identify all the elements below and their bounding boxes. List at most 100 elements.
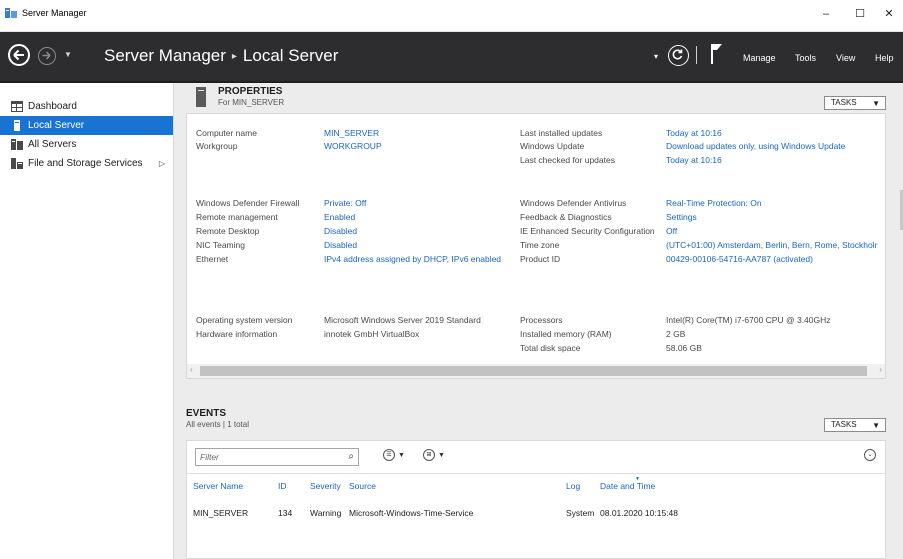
hardware-info-value: innotek GmbH VirtualBox <box>324 329 420 339</box>
submenu-arrow-icon[interactable]: ▷ <box>159 154 165 173</box>
nic-teaming-link[interactable]: Disabled <box>324 240 357 250</box>
computer-name-link[interactable]: MIN_SERVER <box>324 128 379 138</box>
sidebar-item-label: All Servers <box>28 139 77 150</box>
refresh-button[interactable] <box>668 45 689 66</box>
breadcrumb-separator-icon: ▸ <box>231 51 237 62</box>
prop-label: Feedback & Diagnostics <box>520 212 612 222</box>
prop-label: Last installed updates <box>520 128 603 138</box>
events-subtitle: All events | 1 total <box>186 420 249 429</box>
workgroup-link[interactable]: WORKGROUP <box>324 141 382 151</box>
forward-button[interactable] <box>38 47 56 65</box>
prop-label: Product ID <box>520 254 561 264</box>
prop-label: Windows Defender Antivirus <box>520 198 627 208</box>
close-button[interactable]: ✕ <box>875 4 903 24</box>
prop-label: Total disk space <box>520 343 581 353</box>
minimize-button[interactable]: – <box>812 4 840 24</box>
column-header-log[interactable]: Log <box>566 481 580 491</box>
sidebar: Dashboard Local Server All Servers File … <box>0 83 174 559</box>
sidebar-item-local-server[interactable]: Local Server <box>0 116 173 135</box>
properties-subtitle: For MIN_SERVER <box>218 98 285 107</box>
prop-label: Remote management <box>196 212 278 222</box>
prop-label: Time zone <box>520 240 560 250</box>
prop-label: Ethernet <box>196 254 229 264</box>
properties-server-icon <box>196 87 206 107</box>
forward-arrow-icon <box>42 51 51 60</box>
main-content: PROPERTIES For MIN_SERVER TASKS ▼ Comput… <box>174 83 903 559</box>
breadcrumb-app[interactable]: Server Manager <box>104 46 226 65</box>
column-header-server-name[interactable]: Server Name <box>193 481 243 491</box>
feedback-settings-link[interactable]: Settings <box>666 212 697 222</box>
save-query-button[interactable]: ⊞ ▼ <box>423 449 445 461</box>
prop-label: Last checked for updates <box>520 155 615 165</box>
save-icon: ⊞ <box>423 449 435 461</box>
firewall-link[interactable]: Private: Off <box>324 198 366 208</box>
cell-source: Microsoft-Windows-Time-Service <box>349 508 474 518</box>
chevron-down-icon: ▼ <box>872 421 880 430</box>
os-version-value: Microsoft Windows Server 2019 Standard <box>324 315 481 325</box>
column-header-date-time[interactable]: Date and Time <box>600 481 655 491</box>
last-checked-link[interactable]: Today at 10:16 <box>666 155 722 165</box>
scroll-right-icon[interactable]: › <box>879 365 882 374</box>
maximize-button[interactable]: ☐ <box>846 4 874 24</box>
expand-icon[interactable]: ⌄ <box>864 449 876 461</box>
chevron-down-icon: ▼ <box>398 451 405 459</box>
remote-desktop-link[interactable]: Disabled <box>324 226 357 236</box>
memory-value: 2 GB <box>666 329 686 339</box>
prop-label: Installed memory (RAM) <box>520 329 612 339</box>
sidebar-item-label: Local Server <box>28 120 85 131</box>
ie-esc-link[interactable]: Off <box>666 226 677 236</box>
properties-tasks-button[interactable]: TASKS ▼ <box>824 96 886 110</box>
time-zone-link[interactable]: (UTC+01:00) Amsterdam, Berlin, Bern, Rom… <box>666 240 877 250</box>
column-header-severity[interactable]: Severity <box>310 481 341 491</box>
prop-label: Operating system version <box>196 315 293 325</box>
prop-label: NIC Teaming <box>196 240 245 250</box>
history-dropdown-icon[interactable]: ▼ <box>64 50 72 59</box>
last-installed-updates-link[interactable]: Today at 10:16 <box>666 128 722 138</box>
breadcrumb-page: Local Server <box>242 46 339 65</box>
events-title: EVENTS <box>186 408 227 419</box>
back-button[interactable] <box>8 44 30 66</box>
prop-label: Computer name <box>196 128 257 138</box>
cell-severity: Warning <box>310 508 342 518</box>
sidebar-item-label: Dashboard <box>28 101 77 112</box>
sidebar-item-all-servers[interactable]: All Servers <box>0 135 173 154</box>
refresh-icon <box>672 49 683 60</box>
windows-update-link[interactable]: Download updates only, using Windows Upd… <box>666 141 845 151</box>
column-header-source[interactable]: Source <box>349 481 376 491</box>
back-arrow-icon <box>13 49 24 61</box>
notification-flag-icon[interactable] <box>710 43 724 65</box>
scroll-left-icon[interactable]: ‹ <box>190 365 193 374</box>
column-header-id[interactable]: ID <box>278 481 287 491</box>
sidebar-item-dashboard[interactable]: Dashboard <box>0 97 173 116</box>
remote-management-link[interactable]: Enabled <box>324 212 355 222</box>
storage-icon <box>11 158 23 169</box>
prop-label: Processors <box>520 315 563 325</box>
sidebar-item-label: File and Storage Services <box>28 158 143 169</box>
sidebar-item-file-storage[interactable]: File and Storage Services ▷ <box>0 154 173 173</box>
events-tasks-button[interactable]: TASKS ▼ <box>824 418 886 432</box>
notifications-dropdown-icon[interactable]: ▾ <box>654 52 658 61</box>
menu-view[interactable]: View <box>836 53 855 63</box>
menu-help[interactable]: Help <box>875 53 894 63</box>
processors-value: Intel(R) Core(TM) i7-6700 CPU @ 3.40GHz <box>666 315 831 325</box>
filter-input[interactable] <box>196 449 336 465</box>
events-panel: ⌕ ☰▼ ⊞▼ ⌄ Server Name ID Severity Source… <box>186 440 886 559</box>
antivirus-link[interactable]: Real-Time Protection: On <box>666 198 762 208</box>
breadcrumb: Server Manager ▸ Local Server <box>104 46 338 66</box>
filter-box: ⌕ <box>195 448 359 466</box>
disk-space-value: 58.06 GB <box>666 343 702 353</box>
cell-id: 134 <box>278 508 293 518</box>
properties-header: PROPERTIES For MIN_SERVER <box>218 86 284 107</box>
search-icon[interactable]: ⌕ <box>348 451 354 462</box>
ethernet-link[interactable]: IPv4 address assigned by DHCP, IPv6 enab… <box>324 254 501 264</box>
list-icon: ☰ <box>383 449 395 461</box>
product-id-link[interactable]: 00429-00106-54716-AA787 (activated) <box>666 254 813 264</box>
scrollbar-thumb[interactable] <box>200 366 867 376</box>
menu-tools[interactable]: Tools <box>795 53 816 63</box>
list-options-button[interactable]: ☰ ▼ <box>383 449 405 461</box>
menu-manage[interactable]: Manage <box>743 53 776 63</box>
tasks-label: TASKS <box>831 98 857 107</box>
properties-horizontal-scrollbar[interactable]: ‹ › <box>187 364 885 378</box>
prop-label: Remote Desktop <box>196 226 260 236</box>
prop-label: Windows Defender Firewall <box>196 198 300 208</box>
